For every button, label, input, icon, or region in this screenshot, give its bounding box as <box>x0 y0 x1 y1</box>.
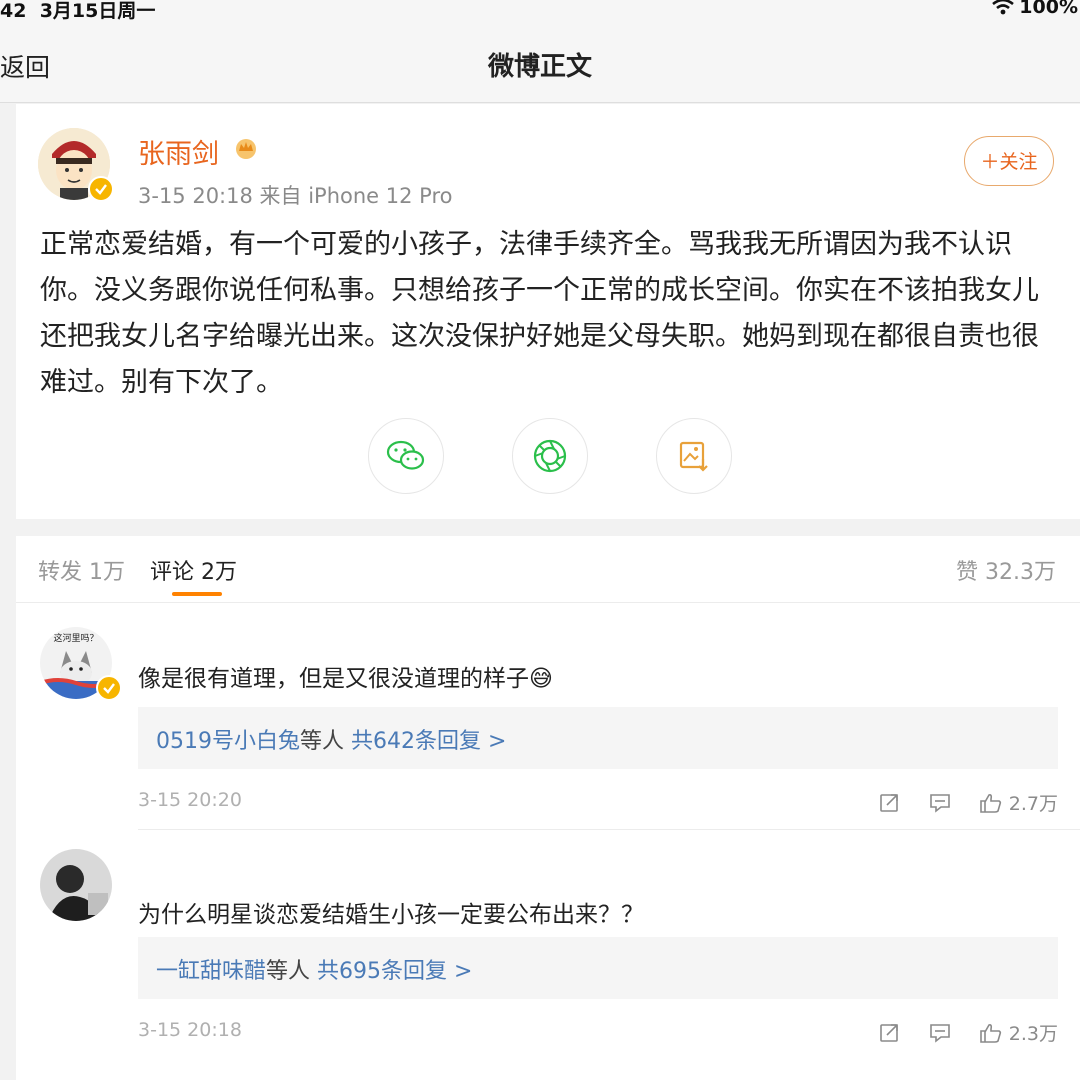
share-wechat-button[interactable] <box>368 418 444 494</box>
thumbs-up-icon <box>979 1023 1001 1043</box>
share-moments-button[interactable] <box>512 418 588 494</box>
status-bar: 42 3月15日周一 100% <box>0 0 1080 22</box>
comment-list: 这河里吗？ 像是很有道理，但是又很没道理的样子😅 0519号小白兔等人 共642… <box>16 603 1080 1080</box>
reply-count[interactable]: 共642条回复 > <box>351 729 506 754</box>
comment-date: 3-15 20:18 <box>138 1019 242 1041</box>
like-count: 2.3万 <box>1008 1023 1058 1045</box>
comment-replies-text: 0519号小白兔等人 共642条回复 > <box>156 723 506 755</box>
comment-verified-icon <box>96 675 122 701</box>
follow-button[interactable]: ＋关注 <box>964 136 1054 186</box>
comment-avatar[interactable] <box>40 849 112 921</box>
active-tab-indicator <box>172 592 222 596</box>
wifi-icon <box>992 0 1015 15</box>
reply-icon[interactable] <box>929 792 951 814</box>
status-time-date: 42 3月15日周一 <box>0 0 155 23</box>
tab-comments[interactable]: 评论 2万 <box>150 554 237 586</box>
verified-badge-icon <box>88 176 114 202</box>
comment-text: 像是很有道理，但是又很没道理的样子😅 <box>138 666 553 692</box>
repost-icon[interactable] <box>879 792 901 814</box>
post-card: 张雨剑 3-15 20:18 来自 iPhone 12 Pro ＋关注 正常恋爱… <box>16 104 1080 519</box>
reply-username[interactable]: 0519号小白兔 <box>156 729 300 754</box>
like-button[interactable]: 2.7万 <box>979 789 1058 816</box>
wechat-icon <box>386 440 425 470</box>
comment-date: 3-15 20:20 <box>138 789 242 811</box>
reply-mid: 等人 <box>300 729 345 754</box>
save-image-button[interactable] <box>656 418 732 494</box>
status-right: 100% <box>991 0 1078 18</box>
reply-username[interactable]: 一缸甜味醋 <box>156 959 266 984</box>
avatar-caption: 这河里吗？ <box>53 632 98 644</box>
like-button[interactable]: 2.3万 <box>979 1019 1058 1046</box>
reply-count[interactable]: 共695条回复 > <box>317 959 472 984</box>
status-time: 42 <box>0 0 27 22</box>
tab-likes-label: 赞 <box>955 560 978 585</box>
reply-icon[interactable] <box>929 1022 951 1044</box>
post-text: 正常恋爱结婚，有一个可爱的小孩子，法律手续齐全。骂我我无所谓因为我不认识你。没义… <box>40 229 1039 398</box>
like-count: 2.7万 <box>1008 793 1058 815</box>
comment-divider <box>138 829 1080 830</box>
tab-repost[interactable]: 转发 1万 <box>38 554 125 586</box>
nav-bar: 返回 微博正文 <box>0 22 1080 103</box>
tab-likes-count: 32.3万 <box>985 560 1056 585</box>
tab-comments-count: 2万 <box>201 560 238 585</box>
tab-comments-label: 评论 <box>150 560 195 585</box>
comment-replies-box[interactable]: 0519号小白兔等人 共642条回复 > <box>138 707 1058 769</box>
author-avatar-wrap[interactable] <box>38 128 114 202</box>
reply-mid: 等人 <box>266 959 311 984</box>
vip-crown-icon <box>236 139 256 159</box>
post-meta: 3-15 20:18 来自 iPhone 12 Pro <box>138 184 453 208</box>
tab-repost-count: 1万 <box>89 560 126 585</box>
save-image-icon <box>679 441 708 472</box>
comment-text: 为什么明星谈恋爱结婚生小孩一定要公布出来？？ <box>138 902 644 928</box>
moments-icon <box>533 439 567 473</box>
tab-likes[interactable]: 赞 32.3万 <box>956 554 1056 586</box>
page-title: 微博正文 <box>487 52 592 82</box>
author-name[interactable]: 张雨剑 <box>138 132 219 171</box>
person-avatar-image <box>40 849 112 921</box>
tabs-bar: 转发 1万 评论 2万 赞 32.3万 <box>16 536 1080 603</box>
battery-level: 100% <box>1019 0 1078 18</box>
comment-actions: 2.7万 <box>879 789 1058 816</box>
comment-replies-box[interactable]: 一缸甜味醋等人 共695条回复 > <box>138 937 1058 999</box>
comment-replies-text: 一缸甜味醋等人 共695条回复 > <box>156 953 472 985</box>
comment-actions: 2.3万 <box>879 1019 1058 1046</box>
status-date: 3月15日周一 <box>39 0 156 22</box>
share-row <box>368 418 732 494</box>
thumbs-up-icon <box>979 793 1001 813</box>
repost-icon[interactable] <box>879 1022 901 1044</box>
tab-repost-label: 转发 <box>38 560 83 585</box>
